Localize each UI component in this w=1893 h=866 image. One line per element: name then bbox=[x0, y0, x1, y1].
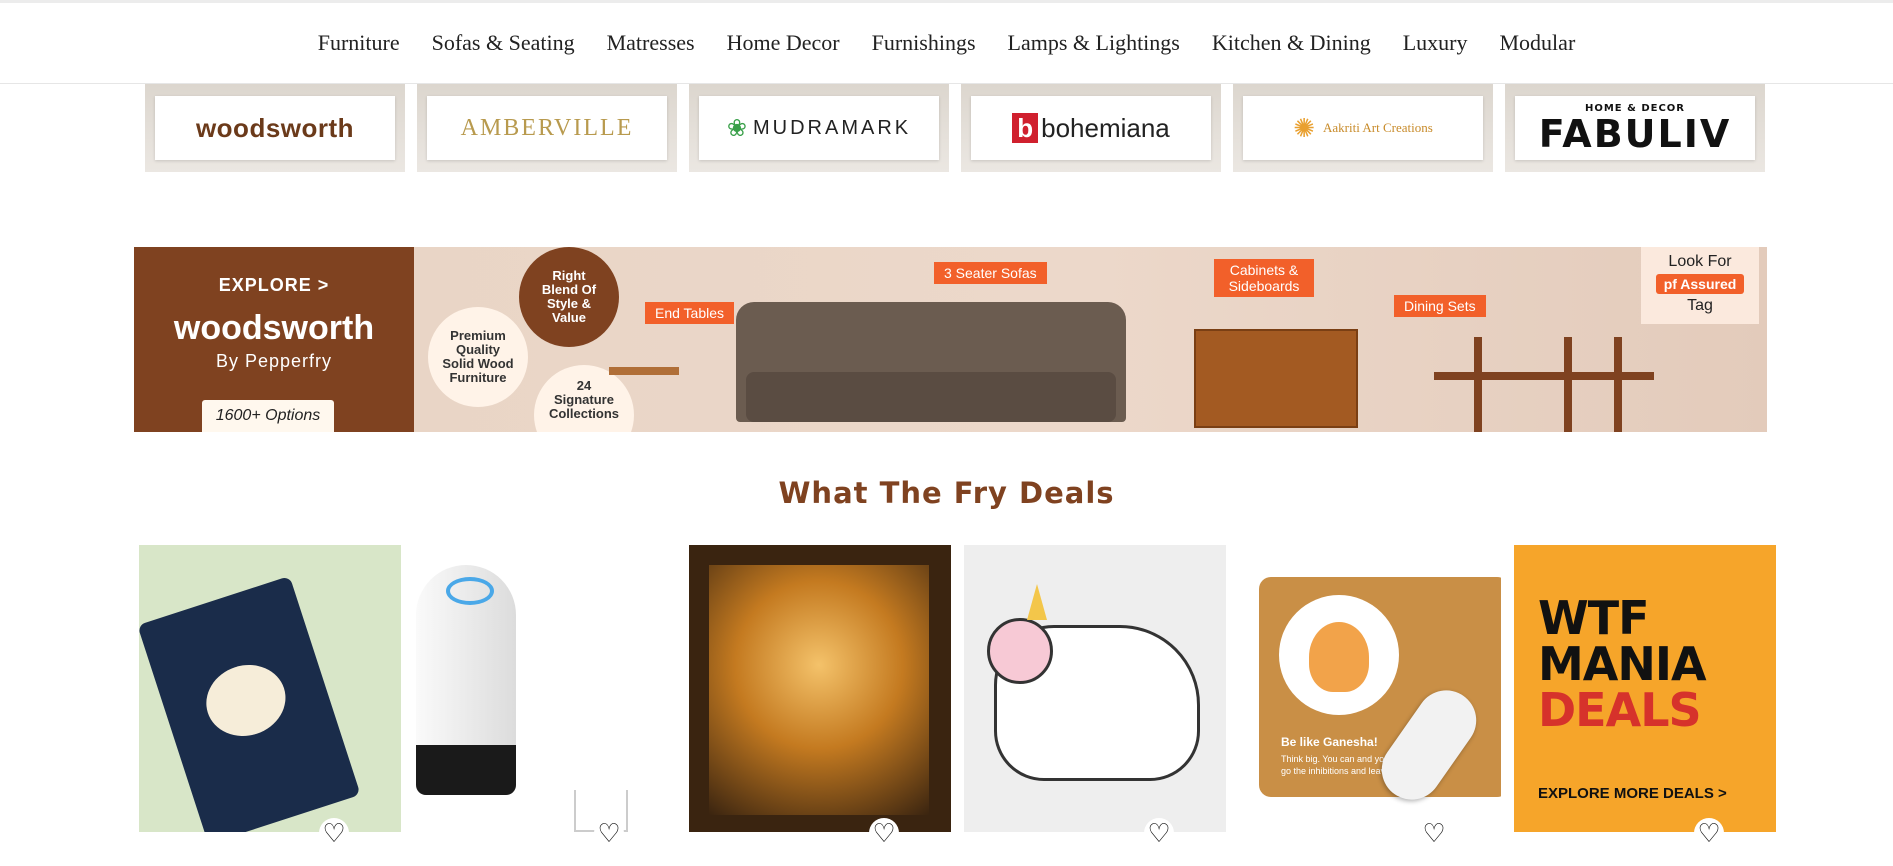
ganesha-mousepad-image: Be like Ganesha! Think big. You can and … bbox=[1259, 577, 1501, 797]
deal-card-water-pump[interactable] bbox=[414, 545, 676, 832]
wishlist-heart-icon[interactable]: ♡ bbox=[1694, 818, 1724, 848]
end-table-illustration bbox=[609, 367, 679, 375]
unicorn-cushion-image bbox=[987, 584, 1200, 781]
banner-brand-name: woodsworth bbox=[173, 309, 375, 347]
pf-assured-logo: pf Assured bbox=[1655, 274, 1745, 294]
nav-furnishings[interactable]: Furnishings bbox=[872, 30, 976, 56]
amberville-logo: AMBERVILLE bbox=[460, 114, 634, 141]
explore-more-deals-link[interactable]: EXPLORE MORE DEALS > bbox=[1538, 785, 1727, 802]
nav-matresses[interactable]: Matresses bbox=[607, 30, 695, 56]
wishlist-heart-icon[interactable]: ♡ bbox=[1144, 818, 1174, 848]
deal-card-door-hanger[interactable] bbox=[139, 545, 401, 832]
banner-by-line: By Pepperfry bbox=[215, 351, 333, 371]
lotus-icon: ❀ bbox=[726, 114, 747, 142]
brand-bohemiana[interactable]: b bohemiana bbox=[961, 84, 1221, 172]
woodsworth-logo: woodsworth bbox=[195, 112, 355, 143]
section-title: What The Fry Deals bbox=[778, 476, 1115, 510]
mudramark-logo: MUDRAMARK bbox=[752, 116, 912, 139]
blob-premium-quality: Premium Quality Solid Wood Furniture bbox=[428, 307, 528, 407]
deal-card-mousepad[interactable]: Be like Ganesha! Think big. You can and … bbox=[1239, 545, 1501, 832]
deals-carousel: ♡ ♡ ♡ ♡ Be like Ganesha! Think big. You … bbox=[139, 545, 1776, 866]
nav-home-decor[interactable]: Home Decor bbox=[727, 30, 840, 56]
brand-amberville[interactable]: AMBERVILLE bbox=[417, 84, 677, 172]
banner-brand-panel: EXPLORE > woodsworth By Pepperfry 1600+ … bbox=[134, 247, 414, 432]
category-nav: Furniture Sofas & Seating Matresses Home… bbox=[0, 3, 1893, 56]
blob-signature-collections: 24 Signature Collections bbox=[534, 365, 634, 432]
wishlist-heart-icon[interactable]: ♡ bbox=[869, 818, 899, 848]
nav-luxury[interactable]: Luxury bbox=[1403, 30, 1468, 56]
banner-scene: Right Blend Of Style & Value Premium Qua… bbox=[414, 247, 1767, 432]
brand-mudramark[interactable]: ❀ MUDRAMARK bbox=[689, 84, 949, 172]
blob-style-value: Right Blend Of Style & Value bbox=[519, 247, 619, 347]
top-navigation-bar: Furniture Sofas & Seating Matresses Home… bbox=[0, 0, 1893, 84]
cabinet-illustration bbox=[1194, 329, 1358, 428]
deal-card-string-lights[interactable] bbox=[689, 545, 951, 832]
sofa-illustration bbox=[736, 302, 1126, 422]
banner-explore-link[interactable]: EXPLORE > bbox=[134, 275, 414, 296]
tag-end-tables[interactable]: End Tables bbox=[645, 302, 735, 324]
water-dispenser-image bbox=[416, 565, 516, 795]
fabuliv-logo: HOME & DECOR FABULIV bbox=[1538, 103, 1732, 156]
banner-options-badge: 1600+ Options bbox=[202, 400, 334, 432]
woodsworth-promo-banner[interactable]: EXPLORE > woodsworth By Pepperfry 1600+ … bbox=[134, 247, 1767, 432]
bohemiana-mark-icon: b bbox=[1012, 112, 1039, 143]
aakriti-logo: Aakriti Art Creations bbox=[1323, 120, 1433, 135]
nav-sofas-seating[interactable]: Sofas & Seating bbox=[432, 30, 575, 56]
wishlist-heart-icon[interactable]: ♡ bbox=[1419, 818, 1449, 848]
bohemiana-logo: b bohemiana bbox=[1012, 112, 1170, 144]
tag-dining-sets[interactable]: Dining Sets bbox=[1394, 295, 1486, 317]
tag-cabinets-sideboards[interactable]: Cabinets & Sideboards bbox=[1214, 259, 1314, 297]
wishlist-heart-icon[interactable]: ♡ bbox=[594, 818, 624, 848]
perfume-sachet-image bbox=[139, 575, 361, 832]
wishlist-heart-icon[interactable]: ♡ bbox=[319, 818, 349, 848]
brand-aakriti[interactable]: ✺ Aakriti Art Creations bbox=[1233, 84, 1493, 172]
brand-strip: woodsworth AMBERVILLE ❀ MUDRAMARK b bohem… bbox=[145, 84, 1767, 172]
pf-assured-badge: Look For pf Assured Tag bbox=[1641, 247, 1759, 324]
deal-card-unicorn-cushion[interactable] bbox=[964, 545, 1226, 832]
nav-furniture[interactable]: Furniture bbox=[318, 30, 400, 56]
nav-modular[interactable]: Modular bbox=[1500, 30, 1576, 56]
string-lights-image bbox=[709, 565, 929, 815]
nav-lamps-lightings[interactable]: Lamps & Lightings bbox=[1008, 30, 1180, 56]
brand-fabuliv[interactable]: HOME & DECOR FABULIV bbox=[1505, 84, 1765, 172]
brand-woodsworth[interactable]: woodsworth bbox=[145, 84, 405, 172]
nav-kitchen-dining[interactable]: Kitchen & Dining bbox=[1212, 30, 1371, 56]
wtf-mania-headline: WTF MANIA DEALS bbox=[1538, 591, 1707, 737]
aakriti-emblem-icon: ✺ bbox=[1293, 112, 1316, 143]
tag-3-seater-sofas[interactable]: 3 Seater Sofas bbox=[934, 262, 1047, 284]
deal-card-wtf-mania[interactable]: WTF MANIA DEALS EXPLORE MORE DEALS > bbox=[1514, 545, 1776, 832]
dining-set-illustration bbox=[1414, 297, 1674, 432]
